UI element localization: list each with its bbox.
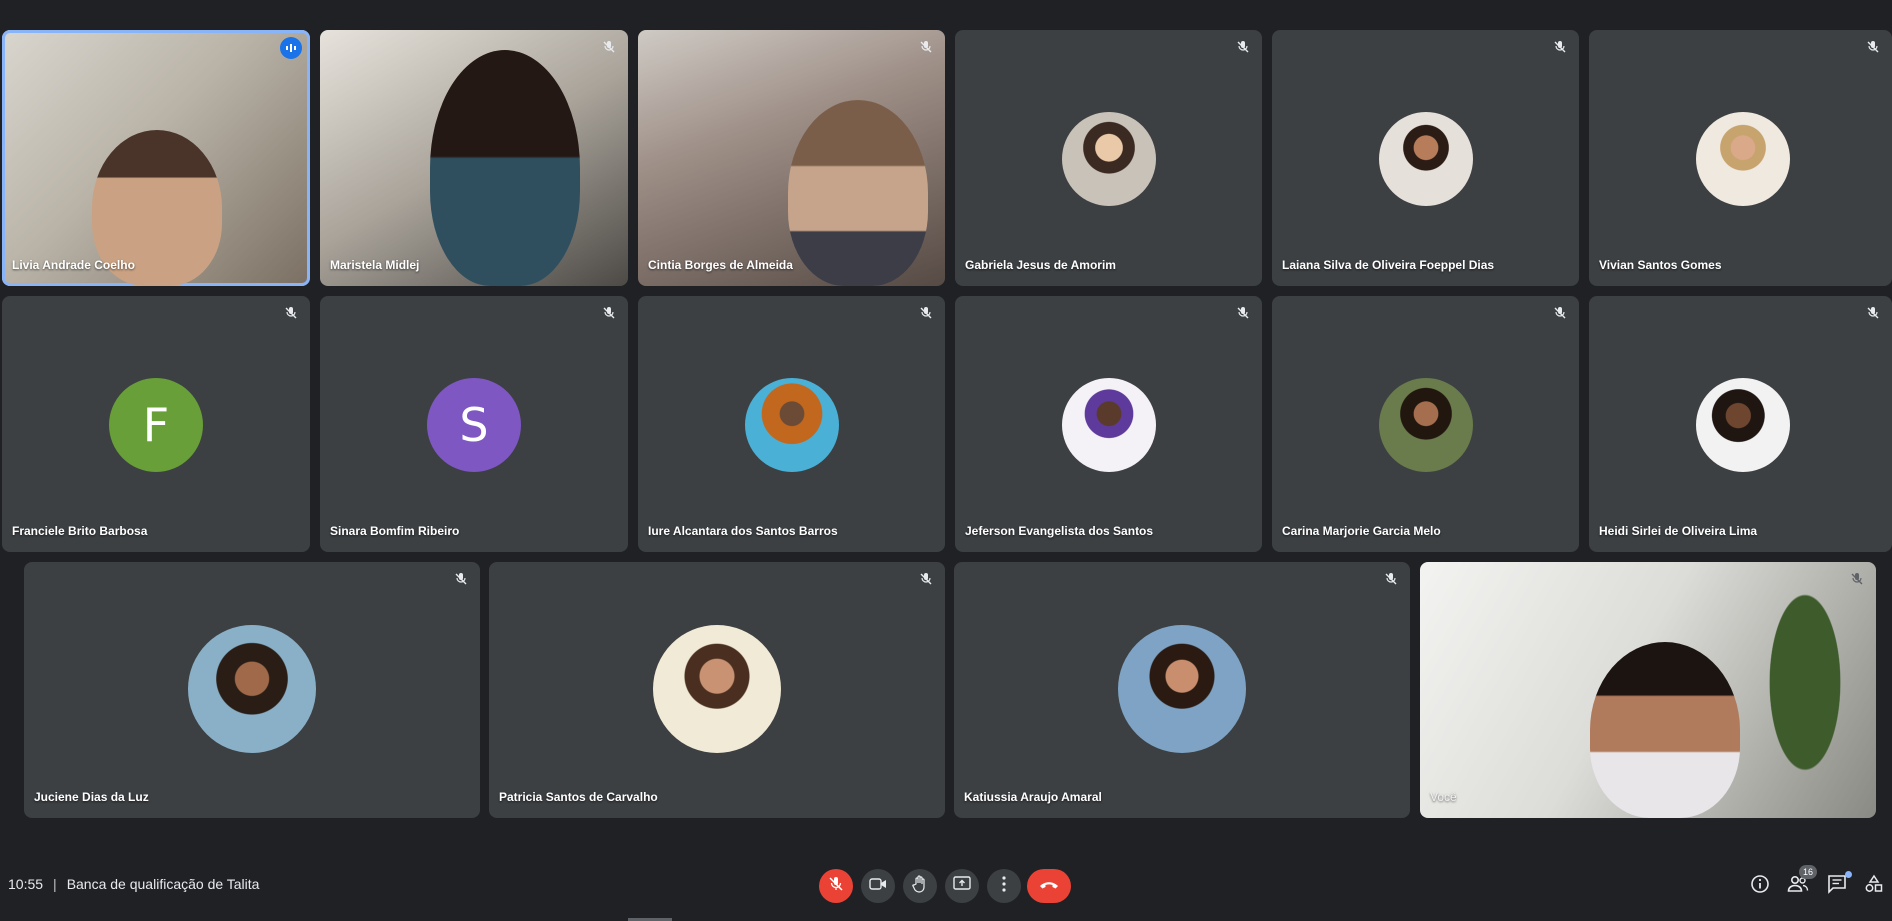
participant-name: Livia Andrade Coelho bbox=[12, 258, 135, 272]
participant-name: Laiana Silva de Oliveira Foeppel Dias bbox=[1282, 258, 1495, 272]
activities-button[interactable] bbox=[1862, 874, 1886, 898]
leave-call-button[interactable] bbox=[1027, 869, 1071, 903]
present-icon bbox=[953, 875, 971, 897]
avatar bbox=[1062, 112, 1156, 206]
participants-count-badge: 16 bbox=[1799, 865, 1817, 879]
participant-tile-katiussia[interactable]: Katiussia Araujo Amaral bbox=[954, 562, 1410, 818]
participant-tile-iure[interactable]: Iure Alcantara dos Santos Barros bbox=[638, 296, 945, 552]
more-options-button[interactable] bbox=[987, 869, 1021, 903]
participant-tile-vivian[interactable]: Vivian Santos Gomes bbox=[1589, 30, 1892, 286]
avatar-initial: S bbox=[459, 398, 489, 452]
participant-tile-jeferson[interactable]: Jeferson Evangelista dos Santos bbox=[955, 296, 1262, 552]
participant-name: Maristela Midlej bbox=[330, 258, 420, 272]
mic-off-icon bbox=[1848, 570, 1866, 588]
participant-name: Gabriela Jesus de Amorim bbox=[965, 258, 1116, 272]
meeting-details: 10:55 | Banca de qualificação de Talita bbox=[8, 876, 259, 892]
chat-icon bbox=[1827, 874, 1847, 899]
participants-button[interactable]: 16 bbox=[1786, 865, 1817, 898]
mic-off-icon bbox=[1551, 38, 1569, 56]
avatar: F bbox=[109, 378, 203, 472]
meeting-title: Banca de qualificação de Talita bbox=[66, 876, 260, 892]
participant-tile-gabriela[interactable]: Gabriela Jesus de Amorim bbox=[955, 30, 1262, 286]
info-icon bbox=[1750, 874, 1770, 899]
avatar bbox=[1696, 112, 1790, 206]
participant-tile-sinara[interactable]: S Sinara Bomfim Ribeiro bbox=[320, 296, 628, 552]
mic-off-icon bbox=[1551, 304, 1569, 322]
self-video-feed bbox=[1590, 642, 1740, 818]
plant-decoration bbox=[1750, 592, 1860, 818]
video-feed bbox=[788, 100, 928, 286]
participant-name: Heidi Sirlei de Oliveira Lima bbox=[1599, 524, 1758, 538]
avatar bbox=[1062, 378, 1156, 472]
meeting-time: 10:55 bbox=[8, 876, 44, 892]
mic-off-icon bbox=[828, 876, 844, 897]
participant-name: Vivian Santos Gomes bbox=[1599, 258, 1722, 272]
participant-name: Katiussia Araujo Amaral bbox=[964, 790, 1102, 804]
mic-off-icon bbox=[1382, 570, 1400, 588]
raise-hand-icon bbox=[912, 874, 928, 898]
participant-tile-heidi[interactable]: Heidi Sirlei de Oliveira Lima bbox=[1589, 296, 1892, 552]
more-options-icon bbox=[1002, 875, 1006, 897]
participant-name: Cintia Borges de Almeida bbox=[648, 258, 793, 272]
avatar bbox=[1379, 378, 1473, 472]
participant-tile-franciele[interactable]: F Franciele Brito Barbosa bbox=[2, 296, 310, 552]
chat-unread-dot bbox=[1845, 871, 1852, 878]
mic-off-icon bbox=[917, 570, 935, 588]
participant-tile-maristela[interactable]: Maristela Midlej bbox=[320, 30, 628, 286]
avatar bbox=[745, 378, 839, 472]
participant-tile-juciene[interactable]: Juciene Dias da Luz bbox=[24, 562, 480, 818]
participant-name: Jeferson Evangelista dos Santos bbox=[965, 524, 1154, 538]
activities-icon bbox=[1864, 874, 1884, 899]
participant-tile-patricia[interactable]: Patricia Santos de Carvalho bbox=[489, 562, 945, 818]
mic-off-icon bbox=[600, 304, 618, 322]
avatar bbox=[1379, 112, 1473, 206]
camera-icon bbox=[869, 877, 887, 896]
avatar-initial: F bbox=[142, 398, 170, 452]
audio-level-icon bbox=[280, 37, 302, 59]
mic-off-icon bbox=[1864, 304, 1882, 322]
participant-name: Juciene Dias da Luz bbox=[34, 790, 149, 804]
mic-off-icon bbox=[1234, 304, 1252, 322]
avatar bbox=[1696, 378, 1790, 472]
end-call-icon bbox=[1039, 877, 1059, 895]
mic-off-icon bbox=[1234, 38, 1252, 56]
microphone-toggle-button[interactable] bbox=[819, 869, 853, 903]
avatar: S bbox=[427, 378, 521, 472]
mic-off-icon bbox=[917, 38, 935, 56]
bottom-control-bar: 10:55 | Banca de qualificação de Talita bbox=[0, 860, 1892, 921]
participant-tile-carina[interactable]: Carina Marjorie Garcia Melo bbox=[1272, 296, 1579, 552]
participant-tile-self[interactable]: Você bbox=[1420, 562, 1876, 818]
avatar bbox=[653, 625, 781, 753]
participant-name: Patricia Santos de Carvalho bbox=[499, 790, 658, 804]
present-screen-button[interactable] bbox=[945, 869, 979, 903]
raise-hand-button[interactable] bbox=[903, 869, 937, 903]
mic-off-icon bbox=[452, 570, 470, 588]
mic-off-icon bbox=[917, 304, 935, 322]
participant-name: Carina Marjorie Garcia Melo bbox=[1282, 524, 1441, 538]
participant-tile-cintia[interactable]: Cintia Borges de Almeida bbox=[638, 30, 945, 286]
meeting-separator: | bbox=[53, 876, 57, 892]
participant-tile-laiana[interactable]: Laiana Silva de Oliveira Foeppel Dias bbox=[1272, 30, 1579, 286]
participant-name: Iure Alcantara dos Santos Barros bbox=[648, 524, 838, 538]
participant-tile-livia[interactable]: Livia Andrade Coelho bbox=[2, 30, 310, 286]
avatar bbox=[1118, 625, 1246, 753]
avatar bbox=[188, 625, 316, 753]
mic-off-icon bbox=[600, 38, 618, 56]
mic-off-icon bbox=[282, 304, 300, 322]
participant-name: Franciele Brito Barbosa bbox=[12, 524, 148, 538]
participant-name: Sinara Bomfim Ribeiro bbox=[330, 524, 460, 538]
chat-button[interactable] bbox=[1825, 871, 1852, 899]
camera-toggle-button[interactable] bbox=[861, 869, 895, 903]
mic-off-icon bbox=[1864, 38, 1882, 56]
video-feed bbox=[430, 50, 580, 286]
participant-name: Você bbox=[1430, 790, 1457, 804]
meeting-info-button[interactable] bbox=[1748, 874, 1772, 898]
